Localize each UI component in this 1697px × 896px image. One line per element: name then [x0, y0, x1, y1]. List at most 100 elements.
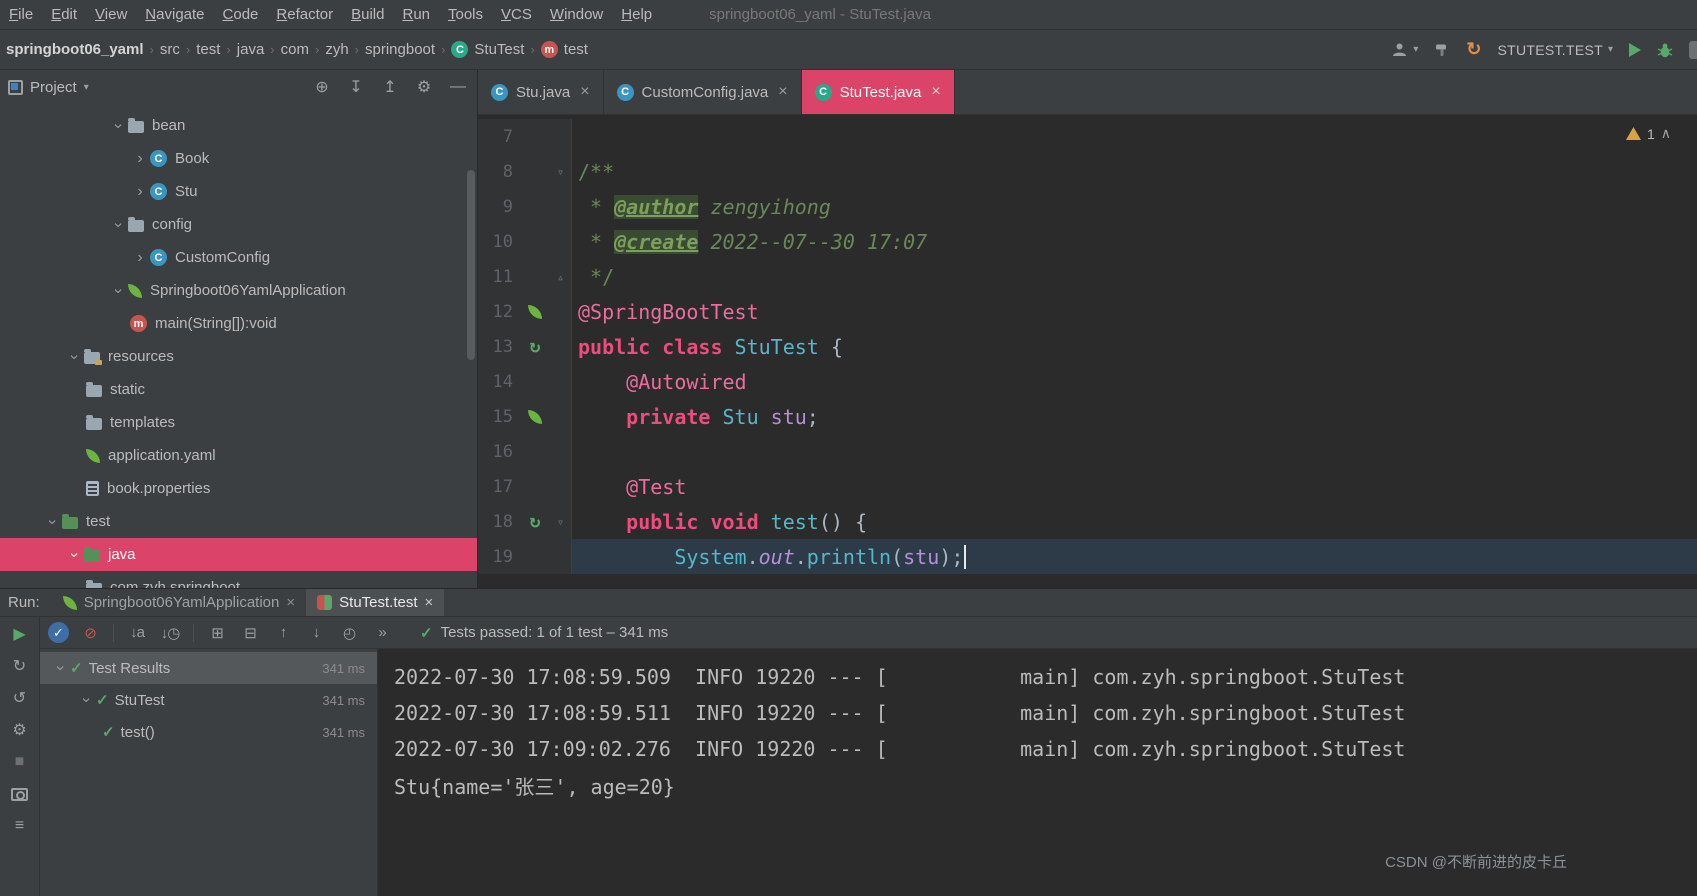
editor-tab[interactable]: C CustomConfig.java × [604, 70, 802, 114]
screenshot-button[interactable] [8, 782, 32, 806]
code-line[interactable]: 16 [478, 434, 1697, 469]
project-tree-item[interactable]: › C CustomConfig [0, 241, 477, 274]
run-button[interactable] [1629, 42, 1641, 57]
previous-failed-button[interactable]: ↑ [271, 621, 295, 645]
stop-button[interactable]: ■ [8, 750, 32, 774]
project-tree-item[interactable]: › Springboot06YamlApplication [0, 274, 477, 307]
project-tree-item[interactable]: › C Book [0, 142, 477, 175]
breadcrumb-item[interactable]: java [233, 39, 269, 60]
reload-button[interactable]: ↻ [1466, 39, 1481, 60]
test-tree-item[interactable]: › ✓ StuTest 341 ms [40, 684, 377, 716]
settings-wrench-button[interactable]: ⚙ [8, 718, 32, 742]
code-line[interactable]: 9 * @author zengyihong [478, 189, 1697, 224]
line-number[interactable]: 19 [478, 539, 520, 574]
menu-run[interactable]: Run [393, 6, 439, 23]
code-line[interactable]: 19 System. out. println(stu); [478, 539, 1697, 574]
code-line[interactable]: 17 @Test [478, 469, 1697, 504]
test-tree-item[interactable]: ✓ test() 341 ms [40, 716, 377, 748]
breadcrumb-item[interactable]: springboot06_yaml [2, 39, 148, 60]
chevron-down-icon[interactable]: ▾ [84, 82, 89, 93]
menu-refactor[interactable]: Refactor [267, 6, 342, 23]
project-selector-label[interactable]: Project [30, 79, 77, 96]
editor-tab[interactable]: C Stu.java × [478, 70, 604, 114]
menu-vcs[interactable]: VCS [492, 6, 541, 23]
project-tree-item[interactable]: › bean [0, 109, 477, 142]
tree-chevron-icon[interactable]: › [77, 690, 95, 710]
code-line[interactable]: 15 private Stu stu; [478, 399, 1697, 434]
tree-chevron-icon[interactable]: › [43, 512, 61, 532]
line-number[interactable]: 17 [478, 469, 520, 504]
chevron-up-icon[interactable]: ∧ [1661, 125, 1671, 142]
line-number[interactable]: 14 [478, 364, 520, 399]
line-number[interactable]: 8 [478, 154, 520, 189]
line-number[interactable]: 12 [478, 294, 520, 329]
breadcrumb-item[interactable]: C StuTest [447, 39, 528, 60]
run-test-gutter-icon[interactable]: ↻ [520, 329, 550, 364]
project-tree-item[interactable]: › config [0, 208, 477, 241]
code-line[interactable]: 13 ↻ public class StuTest { [478, 329, 1697, 364]
run-tab[interactable]: Springboot06YamlApplication × [52, 589, 306, 616]
locate-file-button[interactable]: ⊕ [313, 77, 331, 97]
expand-all-button[interactable]: ↧ [347, 77, 365, 97]
project-tree-item[interactable]: › resources [0, 340, 477, 373]
code-editor[interactable]: 7 8 ▿/** 9 * @author zengyihong 10 * @create… [478, 115, 1697, 588]
code-line[interactable]: 8 ▿/** [478, 154, 1697, 189]
line-number[interactable]: 16 [478, 434, 520, 469]
line-number[interactable]: 11 [478, 259, 520, 294]
line-number[interactable]: 13 [478, 329, 520, 364]
tree-chevron-icon[interactable]: › [109, 215, 127, 235]
line-number[interactable]: 10 [478, 224, 520, 259]
code-line[interactable]: 18 ↻ ▿ public void test() { [478, 504, 1697, 539]
project-tree-item[interactable]: templates [0, 406, 477, 439]
tree-chevron-icon[interactable]: › [65, 545, 83, 565]
line-number[interactable]: 18 [478, 504, 520, 539]
collapse-all-button[interactable]: ↥ [381, 77, 399, 97]
show-passed-toggle[interactable]: ✓ [48, 622, 69, 643]
code-line[interactable]: 7 [478, 119, 1697, 154]
breadcrumb-item[interactable]: m test [537, 39, 592, 60]
breadcrumb-item[interactable]: com [277, 39, 313, 60]
next-failed-button[interactable]: ↓ [304, 621, 328, 645]
line-number[interactable]: 15 [478, 399, 520, 434]
code-line[interactable]: 11 ▵ */ [478, 259, 1697, 294]
project-tree-item[interactable]: › java [0, 538, 477, 571]
coverage-button[interactable] [1689, 40, 1697, 59]
inspections-widget[interactable]: 1 ∧ [1625, 125, 1671, 142]
more-options-button[interactable]: » [370, 621, 394, 645]
test-tree-item[interactable]: › ✓ Test Results 341 ms [40, 652, 377, 684]
run-test-gutter-icon[interactable]: ↻ [520, 504, 550, 539]
project-tree-item[interactable]: application.yaml [0, 439, 477, 472]
menu-code[interactable]: Code [214, 6, 268, 23]
rerun-failed-button[interactable]: ↻ [8, 654, 32, 678]
tab-close-icon[interactable]: × [580, 83, 589, 101]
menu-tools[interactable]: Tools [439, 6, 492, 23]
expand-all-button[interactable]: ⊞ [205, 621, 229, 645]
tree-chevron-icon[interactable]: › [51, 658, 69, 678]
profile-button[interactable]: ▾ [1391, 42, 1418, 58]
project-tree-item[interactable]: com.zyh.springboot [0, 571, 477, 588]
breadcrumb-item[interactable]: test [192, 39, 224, 60]
test-history-button[interactable]: ◴ [337, 621, 361, 645]
spring-gutter-icon[interactable] [520, 399, 550, 434]
tree-chevron-icon[interactable]: › [109, 116, 127, 136]
settings-gear-button[interactable]: ⚙ [415, 77, 433, 97]
menu-window[interactable]: Window [541, 6, 612, 23]
spring-gutter-icon[interactable] [520, 294, 550, 329]
project-tree-item[interactable]: static [0, 373, 477, 406]
rerun-button[interactable]: ▶ [8, 622, 32, 646]
project-scrollbar[interactable] [467, 170, 475, 360]
console-output[interactable]: 2022-07-30 17:08:59.509 INFO 19220 --- [… [378, 649, 1697, 896]
sort-by-duration-button[interactable]: ↓◷ [158, 621, 182, 645]
options-menu-button[interactable]: ≡ [8, 814, 32, 838]
breadcrumb-item[interactable]: springboot [361, 39, 439, 60]
tree-chevron-icon[interactable]: › [130, 150, 150, 168]
fold-marker[interactable]: ▿ [550, 154, 572, 189]
breadcrumb-item[interactable]: zyh [321, 39, 352, 60]
sort-alphabetically-button[interactable]: ↓a [125, 621, 149, 645]
editor-tab[interactable]: C StuTest.java × [801, 70, 955, 114]
code-line[interactable]: 14 @Autowired [478, 364, 1697, 399]
debug-button[interactable] [1657, 42, 1673, 58]
hide-panel-button[interactable]: — [449, 78, 467, 96]
line-number[interactable]: 9 [478, 189, 520, 224]
fold-marker[interactable]: ▿ [550, 504, 572, 539]
